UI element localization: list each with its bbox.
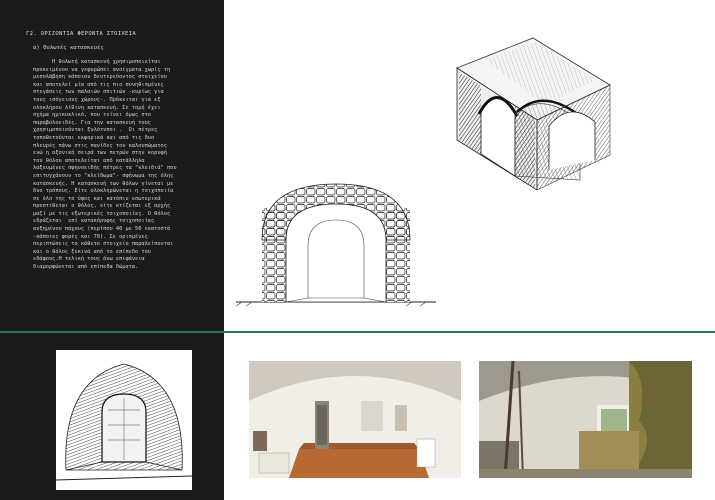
vault-pencil-sketch [56,350,192,490]
vault-elevation-sketch [236,180,436,315]
vault-axonometric-sketch [445,30,615,190]
hay-storage-photo [479,361,692,478]
section-subheading: α) Θολωτές κατασκευές [33,45,104,51]
vaulted-room-photo [249,361,461,478]
section-divider [0,331,715,333]
section-heading: Γ2. ΟΡΙΖΟΝΤΙΑ ΦΕΡΟΝΤΑ ΣΤΟΙΧΕΙΑ [26,31,137,37]
section-body-text: Η θολωτή κατασκευή χρησιμοποιείται προκε… [33,59,177,271]
